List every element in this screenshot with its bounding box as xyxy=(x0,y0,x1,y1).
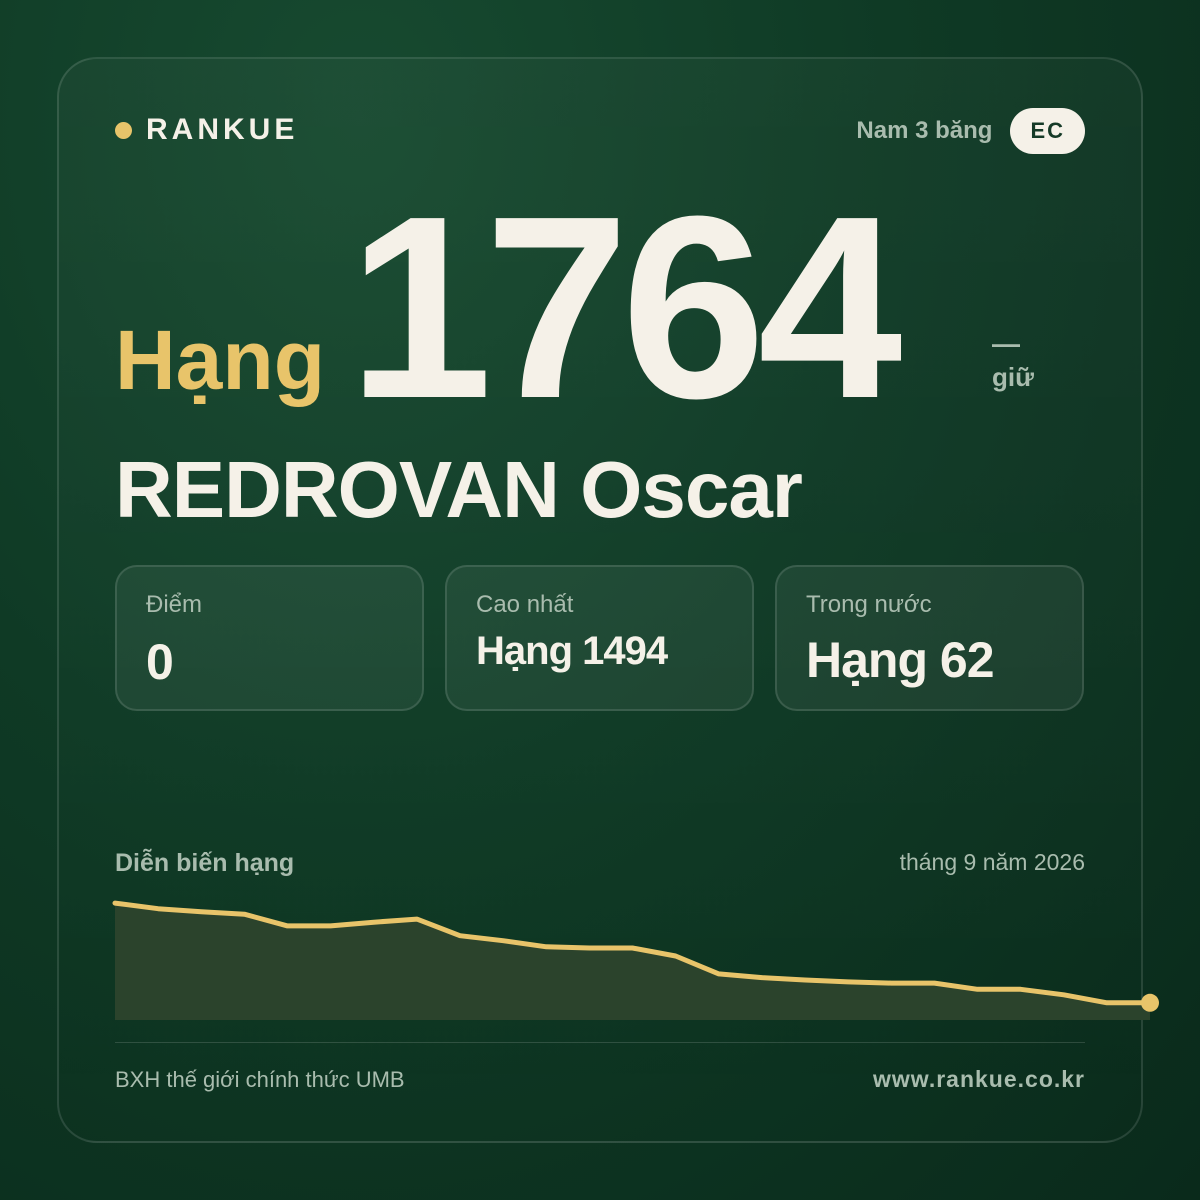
chart-end-marker xyxy=(1141,993,1159,1012)
footer-divider xyxy=(115,1042,1085,1043)
footer-source: BXH thế giới chính thức UMB xyxy=(115,1067,405,1092)
footer-url: www.rankue.co.kr xyxy=(873,1066,1085,1092)
rank-trend-chart xyxy=(112,900,1159,1020)
